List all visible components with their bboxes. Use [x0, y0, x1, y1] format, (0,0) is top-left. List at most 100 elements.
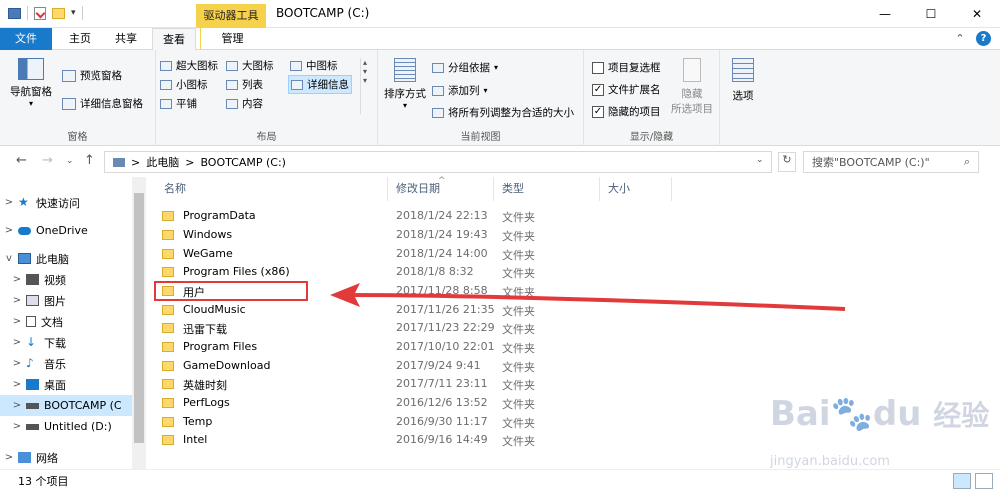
nav-item-quick-access[interactable]: > ★ 快速访问	[0, 192, 132, 213]
details-pane-button[interactable]: 详细信息窗格	[62, 96, 143, 111]
navigation-pane-button[interactable]: 导航窗格 ▾	[8, 58, 54, 108]
layout-gallery-scroll-icon[interactable]: ▴ ▾ ▾	[360, 58, 369, 114]
nav-item-videos[interactable]: > 视频	[0, 269, 132, 290]
layout-list[interactable]: 列表	[226, 77, 263, 92]
file-row[interactable]: 英雄时刻 2017/7/11 23:11 文件夹	[156, 375, 676, 394]
nav-item-pictures[interactable]: > 图片	[0, 290, 132, 311]
layout-details[interactable]: 详细信息	[288, 75, 352, 94]
layout-tiles[interactable]: 平铺	[160, 96, 197, 111]
group-by-button[interactable]: 分组依据 ▾	[432, 60, 498, 75]
preview-pane-button[interactable]: 预览窗格	[62, 68, 122, 83]
layout-large-icons[interactable]: 大图标	[226, 58, 274, 73]
tab-home[interactable]: 主页	[60, 28, 100, 50]
up-arrow-icon[interactable]: ↑	[84, 153, 95, 168]
expand-chevron-icon[interactable]: >	[0, 452, 18, 463]
expand-chevron-icon[interactable]: >	[8, 337, 26, 348]
tab-file[interactable]: 文件	[0, 28, 52, 50]
drive-tools-context-label: 驱动器工具	[196, 4, 266, 28]
file-extensions-checkbox[interactable]: ✓	[592, 83, 604, 96]
file-row[interactable]: ProgramData 2018/1/24 22:13 文件夹	[156, 207, 676, 226]
expand-chevron-icon[interactable]: >	[8, 421, 26, 432]
item-checkboxes-toggle[interactable]: 项目复选框	[592, 60, 661, 75]
options-button[interactable]: 选项	[726, 58, 760, 103]
expand-chevron-icon[interactable]: >	[0, 197, 18, 208]
breadcrumb-bootcamp[interactable]: BOOTCAMP (C:)	[200, 156, 286, 169]
layout-xl-icons[interactable]: 超大图标	[160, 58, 218, 73]
collapse-ribbon-icon[interactable]: ⌃	[950, 28, 970, 50]
hidden-items-toggle[interactable]: ✓ 隐藏的项目	[592, 104, 661, 119]
layout-small-icons[interactable]: 小图标	[160, 77, 208, 92]
tab-view[interactable]: 查看	[152, 28, 196, 50]
large-icons-view-icon[interactable]	[975, 473, 993, 489]
back-arrow-icon[interactable]: ←	[16, 153, 27, 168]
expand-chevron-icon[interactable]: >	[8, 274, 26, 285]
nav-item-label: OneDrive	[36, 224, 88, 237]
column-header-size[interactable]: 大小	[600, 177, 672, 201]
expand-chevron-icon[interactable]: >	[0, 225, 18, 236]
nav-item-music[interactable]: > ♪ 音乐	[0, 353, 132, 374]
file-row[interactable]: Temp 2016/9/30 11:17 文件夹	[156, 413, 676, 432]
nav-item-this-pc[interactable]: v 此电脑	[0, 248, 132, 269]
column-header-date[interactable]: 修改日期 ^	[388, 176, 494, 201]
details-pane-icon	[62, 97, 76, 110]
computer-icon	[113, 157, 125, 167]
tiles-icon	[160, 98, 172, 109]
nav-item-downloads[interactable]: > ↓ 下载	[0, 332, 132, 353]
address-dropdown-icon[interactable]: ⌄	[756, 155, 764, 165]
column-header-name[interactable]: 名称	[156, 177, 388, 201]
forward-arrow-icon[interactable]: →	[42, 153, 53, 168]
close-button[interactable]: ✕	[954, 0, 1000, 28]
add-column-button[interactable]: 添加列 ▾	[432, 83, 488, 98]
expand-chevron-icon[interactable]: v	[0, 253, 18, 264]
file-row[interactable]: WeGame 2018/1/24 14:00 文件夹	[156, 245, 676, 264]
details-view-icon[interactable]	[953, 473, 971, 489]
tab-share[interactable]: 共享	[106, 28, 146, 50]
recent-locations-icon[interactable]: ⌄	[66, 156, 74, 166]
hide-selected-button[interactable]: 隐藏 所选项目	[668, 58, 716, 116]
drive-icon	[26, 402, 39, 409]
new-folder-icon[interactable]	[52, 7, 65, 19]
file-row[interactable]: GameDownload 2017/9/24 9:41 文件夹	[156, 357, 676, 376]
address-row: ← → ⌄ ↑ > 此电脑 > BOOTCAMP (C:) ⌄ ↻ 搜索"BOO…	[0, 147, 1000, 177]
file-row[interactable]: 迅雷下载 2017/11/23 22:29 文件夹	[156, 319, 676, 338]
file-name: 迅雷下载	[183, 323, 227, 336]
nav-item-untitled-d[interactable]: > Untitled (D:)	[0, 416, 132, 437]
file-row[interactable]: PerfLogs 2016/12/6 13:52 文件夹	[156, 394, 676, 413]
nav-item-bootcamp[interactable]: > BOOTCAMP (C	[0, 395, 132, 416]
help-icon[interactable]: ?	[976, 31, 991, 46]
search-input[interactable]: 搜索"BOOTCAMP (C:)" ⌕	[803, 151, 979, 173]
layout-details-label: 详细信息	[307, 79, 349, 91]
minimize-button[interactable]: —	[862, 0, 908, 28]
item-checkboxes-checkbox[interactable]	[592, 61, 604, 74]
column-type-label: 类型	[502, 182, 524, 195]
qat-dropdown-icon[interactable]: ▾	[71, 8, 76, 18]
fit-columns-button[interactable]: 将所有列调整为合适的大小	[432, 105, 574, 120]
properties-icon[interactable]	[34, 6, 46, 20]
file-row[interactable]: Intel 2016/9/16 14:49 文件夹	[156, 431, 676, 450]
file-row[interactable]: Program Files 2017/10/10 22:01 文件夹	[156, 338, 676, 357]
nav-scrollbar-thumb[interactable]	[134, 193, 144, 443]
refresh-icon[interactable]: ↻	[778, 152, 796, 172]
layout-content[interactable]: 内容	[226, 96, 263, 111]
expand-chevron-icon[interactable]: >	[8, 295, 26, 306]
column-header-type[interactable]: 类型	[494, 177, 600, 201]
quick-access-toolbar: ▾	[8, 6, 83, 20]
file-row[interactable]: Windows 2018/1/24 19:43 文件夹	[156, 226, 676, 245]
sort-by-button[interactable]: 排序方式 ▾	[382, 58, 428, 110]
maximize-button[interactable]: ☐	[908, 0, 954, 28]
tab-manage[interactable]: 管理	[200, 28, 264, 50]
hidden-items-checkbox[interactable]: ✓	[592, 105, 604, 118]
layout-medium-icons[interactable]: 中图标	[290, 58, 338, 73]
expand-chevron-icon[interactable]: >	[8, 358, 26, 369]
nav-item-network[interactable]: > 网络	[0, 447, 132, 468]
breadcrumb-this-pc[interactable]: 此电脑	[146, 154, 179, 170]
expand-chevron-icon[interactable]: >	[8, 379, 26, 390]
ribbon-group-panes: 导航窗格 ▾ 预览窗格 详细信息窗格 窗格	[0, 50, 156, 146]
expand-chevron-icon[interactable]: >	[8, 316, 26, 327]
nav-item-onedrive[interactable]: > OneDrive	[0, 220, 132, 241]
file-extensions-toggle[interactable]: ✓ 文件扩展名	[592, 82, 661, 97]
file-date: 2016/9/16 14:49	[396, 433, 488, 446]
expand-chevron-icon[interactable]: >	[8, 400, 26, 411]
nav-item-desktop[interactable]: > 桌面	[0, 374, 132, 395]
nav-item-documents[interactable]: > 文档	[0, 311, 132, 332]
